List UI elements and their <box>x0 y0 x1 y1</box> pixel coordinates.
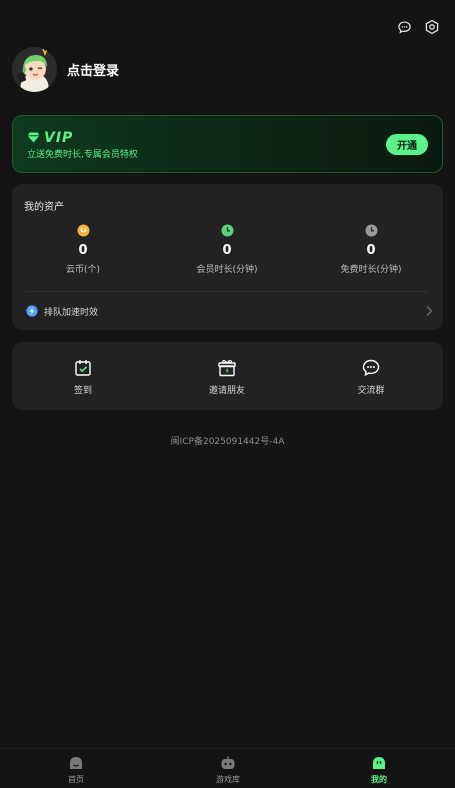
group-chat-icon <box>361 358 381 378</box>
asset-cloud-coins[interactable]: 0 云币(个) <box>33 224 133 275</box>
checkin-calendar-icon <box>73 358 93 378</box>
profile-face-icon <box>371 755 387 771</box>
lightning-badge-icon <box>26 302 38 321</box>
tab-label: 我的 <box>371 775 387 784</box>
gift-icon <box>217 358 237 378</box>
tab-label: 首页 <box>68 775 84 784</box>
vip-banner[interactable]: VIP 立送免费时长,专属会员特权 开通 <box>12 115 443 173</box>
chat-bubble-icon[interactable] <box>395 18 413 36</box>
login-prompt[interactable]: 点击登录 <box>67 60 119 79</box>
tab-mine[interactable]: 我的 <box>339 755 419 785</box>
top-actions <box>395 18 441 36</box>
action-label: 交流群 <box>357 386 385 396</box>
quick-actions-card: 签到 邀请朋友 交流群 <box>12 342 443 410</box>
diamond-icon <box>27 128 40 147</box>
action-label: 签到 <box>73 386 92 396</box>
tab-game-library[interactable]: 游戏库 <box>188 755 268 785</box>
invite-friends-action[interactable]: 邀请朋友 <box>182 358 272 396</box>
coin-icon <box>77 224 90 237</box>
asset-value: 0 <box>366 243 376 258</box>
settings-hexagon-icon[interactable] <box>423 18 441 36</box>
game-library-icon <box>220 755 236 771</box>
bottom-tab-bar: 首页 游戏库 我的 <box>0 748 455 788</box>
asset-value: 0 <box>78 243 88 258</box>
avatar[interactable] <box>12 47 57 92</box>
home-icon <box>68 755 84 771</box>
tab-home[interactable]: 首页 <box>36 755 116 785</box>
asset-free-time[interactable]: 0 免费时长(分钟) <box>321 224 421 275</box>
open-vip-button[interactable]: 开通 <box>386 134 428 155</box>
asset-label: 会员时长(分钟) <box>196 265 258 275</box>
queue-label: 排队加速时效 <box>44 307 99 318</box>
asset-label: 免费时长(分钟) <box>340 265 402 275</box>
member-clock-icon <box>221 224 234 237</box>
profile-header[interactable]: 点击登录 <box>12 47 119 92</box>
vip-title: VIP <box>27 128 73 147</box>
asset-label: 云币(个) <box>65 265 101 275</box>
asset-member-time[interactable]: 0 会员时长(分钟) <box>177 224 277 275</box>
tab-label: 游戏库 <box>216 775 240 784</box>
queue-acceleration-row[interactable]: 排队加速时效 <box>26 303 433 319</box>
assets-divider <box>26 291 429 292</box>
vip-label: VIP <box>44 129 74 146</box>
assets-title: 我的资产 <box>24 202 64 213</box>
checkin-action[interactable]: 签到 <box>38 358 128 396</box>
asset-value: 0 <box>222 243 232 258</box>
icp-record: 闽ICP备2025091442号-4A <box>170 437 285 447</box>
chevron-right-icon <box>425 302 433 321</box>
free-clock-icon <box>365 224 378 237</box>
action-label: 邀请朋友 <box>208 386 245 396</box>
my-assets-card: 我的资产 0 云币(个) 0 会员时长(分钟) 0 免费时长(分钟) 排队加速时… <box>12 184 443 330</box>
group-chat-action[interactable]: 交流群 <box>326 358 416 396</box>
vip-subtitle: 立送免费时长,专属会员特权 <box>27 150 138 160</box>
